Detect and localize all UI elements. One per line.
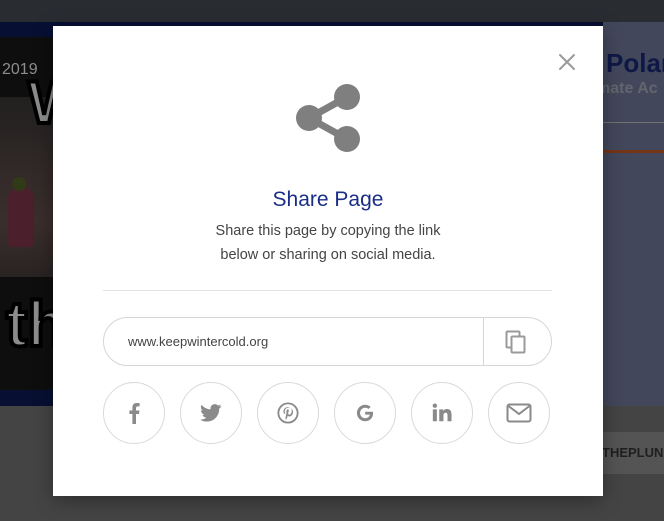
close-icon [559,54,575,70]
facebook-icon [129,403,140,424]
social-share-row [103,382,553,446]
twitter-icon [200,404,222,422]
email-icon [506,403,532,423]
pinterest-icon [277,402,299,424]
copy-link-button[interactable] [483,318,551,365]
share-email-button[interactable] [488,382,550,444]
share-icon [296,84,360,152]
share-pinterest-button[interactable] [257,382,319,444]
google-icon [356,404,374,422]
share-modal: Share Page Share this page by copying th… [53,26,603,496]
copy-icon [505,330,526,354]
share-link-input[interactable] [104,318,483,365]
modal-description: Share this page by copying the link belo… [215,223,441,263]
linkedin-icon [432,403,452,422]
share-link-field [103,317,552,366]
modal-title: Share Page [272,188,384,211]
share-linkedin-button[interactable] [411,382,473,444]
share-twitter-button[interactable] [180,382,242,444]
close-button[interactable] [555,50,579,74]
share-facebook-button[interactable] [103,382,165,444]
divider [103,290,552,291]
share-google-button[interactable] [334,382,396,444]
